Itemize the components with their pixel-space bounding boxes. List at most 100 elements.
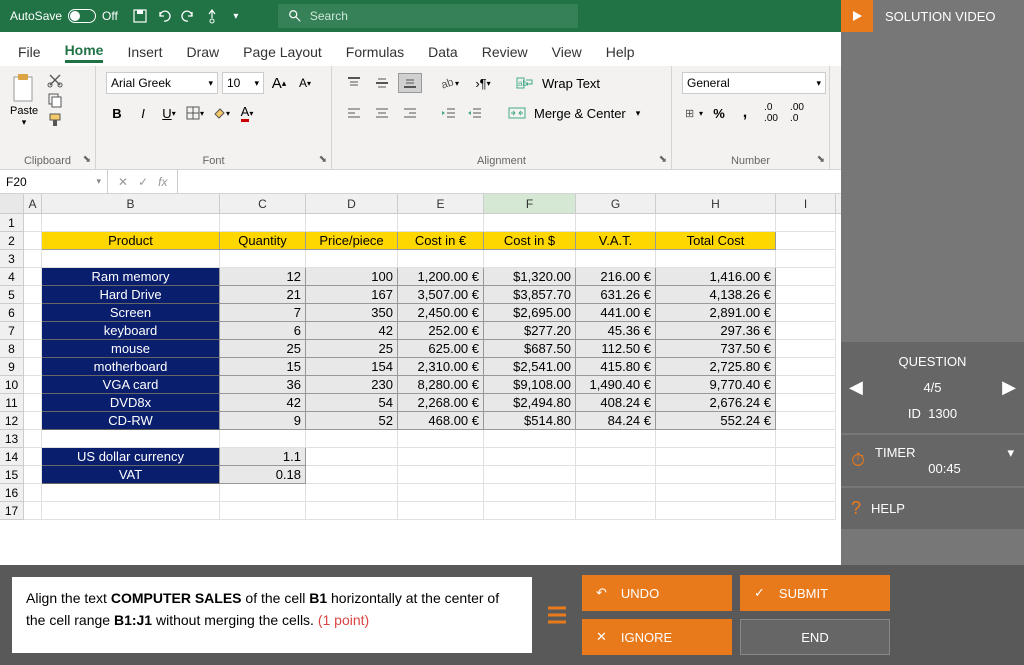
cell[interactable] <box>398 502 484 520</box>
cell[interactable] <box>776 430 836 448</box>
cell[interactable]: $2,494.80 <box>484 394 576 412</box>
cell[interactable] <box>776 340 836 358</box>
cell[interactable] <box>24 502 42 520</box>
prev-question-icon[interactable]: ◀ <box>849 377 863 398</box>
row-header[interactable]: 15 <box>0 466 24 484</box>
cell[interactable]: 216.00 € <box>576 268 656 286</box>
cell[interactable] <box>42 430 220 448</box>
wrap-text-button[interactable]: ab Wrap Text <box>516 75 600 91</box>
cell[interactable] <box>776 394 836 412</box>
cell[interactable] <box>776 268 836 286</box>
cell[interactable]: 54 <box>306 394 398 412</box>
cell[interactable]: 84.24 € <box>576 412 656 430</box>
help-button[interactable]: ? HELP <box>841 488 1024 529</box>
cell[interactable]: 631.26 € <box>576 286 656 304</box>
cell[interactable] <box>776 232 836 250</box>
cell[interactable] <box>220 502 306 520</box>
align-center-icon[interactable] <box>370 103 394 123</box>
col-header-h[interactable]: H <box>656 194 776 213</box>
tab-draw[interactable]: Draw <box>186 44 219 60</box>
alignment-dialog-icon[interactable]: ⬊ <box>659 154 667 165</box>
undo-icon[interactable] <box>152 4 176 28</box>
cell[interactable]: Quantity <box>220 232 306 250</box>
cell[interactable] <box>576 502 656 520</box>
cell[interactable]: Product <box>42 232 220 250</box>
cell[interactable]: 9 <box>220 412 306 430</box>
cell[interactable] <box>776 250 836 268</box>
cell[interactable] <box>24 322 42 340</box>
number-dialog-icon[interactable]: ⬊ <box>817 154 825 165</box>
cell[interactable]: 21 <box>220 286 306 304</box>
name-box[interactable]: F20▾ <box>0 170 108 193</box>
cell[interactable] <box>24 430 42 448</box>
cell[interactable]: 737.50 € <box>656 340 776 358</box>
tab-review[interactable]: Review <box>482 44 528 60</box>
decrease-font-icon[interactable]: A▾ <box>294 72 316 94</box>
cell[interactable]: $3,857.70 <box>484 286 576 304</box>
cell[interactable] <box>24 412 42 430</box>
cell[interactable]: $277.20 <box>484 322 576 340</box>
tab-insert[interactable]: Insert <box>127 44 162 60</box>
align-right-icon[interactable] <box>398 103 422 123</box>
cell[interactable] <box>776 376 836 394</box>
cell[interactable] <box>42 502 220 520</box>
search-box[interactable]: Search <box>278 4 578 28</box>
cell[interactable]: 3,507.00 € <box>398 286 484 304</box>
cell[interactable]: 1,200.00 € <box>398 268 484 286</box>
percent-icon[interactable]: % <box>708 102 730 124</box>
row-header[interactable]: 10 <box>0 376 24 394</box>
cell[interactable]: 25 <box>220 340 306 358</box>
cell[interactable]: 25 <box>306 340 398 358</box>
col-header-i[interactable]: I <box>776 194 836 213</box>
cell[interactable]: DVD8x <box>42 394 220 412</box>
cell[interactable] <box>24 358 42 376</box>
fill-color-button[interactable]: ▾ <box>210 102 232 124</box>
cell[interactable] <box>576 214 656 232</box>
cell[interactable] <box>306 466 398 484</box>
orientation-button[interactable]: ab▾ <box>438 72 460 94</box>
col-header-d[interactable]: D <box>306 194 398 213</box>
tab-formulas[interactable]: Formulas <box>346 44 404 60</box>
cell[interactable]: $9,108.00 <box>484 376 576 394</box>
cell[interactable] <box>576 466 656 484</box>
cell[interactable] <box>24 376 42 394</box>
ltr-button[interactable]: ›¶▾ <box>472 72 494 94</box>
cell[interactable] <box>42 484 220 502</box>
cell[interactable]: $2,695.00 <box>484 304 576 322</box>
cell[interactable]: 415.80 € <box>576 358 656 376</box>
align-top-icon[interactable] <box>342 73 366 93</box>
align-bottom-icon[interactable] <box>398 73 422 93</box>
cell[interactable] <box>220 484 306 502</box>
cell[interactable]: 230 <box>306 376 398 394</box>
font-dialog-icon[interactable]: ⬊ <box>319 154 327 165</box>
row-header[interactable]: 8 <box>0 340 24 358</box>
col-header-e[interactable]: E <box>398 194 484 213</box>
cell[interactable] <box>42 214 220 232</box>
row-header[interactable]: 11 <box>0 394 24 412</box>
col-header-g[interactable]: G <box>576 194 656 213</box>
row-header[interactable]: 9 <box>0 358 24 376</box>
cell[interactable]: mouse <box>42 340 220 358</box>
decrease-indent-icon[interactable] <box>438 102 460 124</box>
cell[interactable]: 625.00 € <box>398 340 484 358</box>
font-name-select[interactable]: Arial Greek▾ <box>106 72 218 94</box>
cancel-formula-icon[interactable]: ✕ <box>118 175 128 189</box>
cell[interactable]: Screen <box>42 304 220 322</box>
row-header[interactable]: 1 <box>0 214 24 232</box>
cell[interactable] <box>776 466 836 484</box>
cell[interactable] <box>24 268 42 286</box>
row-header[interactable]: 16 <box>0 484 24 502</box>
cell[interactable] <box>484 466 576 484</box>
col-header-b[interactable]: B <box>42 194 220 213</box>
cell[interactable] <box>484 448 576 466</box>
cell[interactable]: V.A.T. <box>576 232 656 250</box>
increase-font-icon[interactable]: A▴ <box>268 72 290 94</box>
cell[interactable] <box>220 214 306 232</box>
align-left-icon[interactable] <box>342 103 366 123</box>
cell[interactable]: 468.00 € <box>398 412 484 430</box>
cell[interactable] <box>484 250 576 268</box>
cell[interactable]: 9,770.40 € <box>656 376 776 394</box>
row-header[interactable]: 13 <box>0 430 24 448</box>
decrease-decimal-icon[interactable]: .00.0 <box>786 102 808 124</box>
cell[interactable] <box>776 412 836 430</box>
